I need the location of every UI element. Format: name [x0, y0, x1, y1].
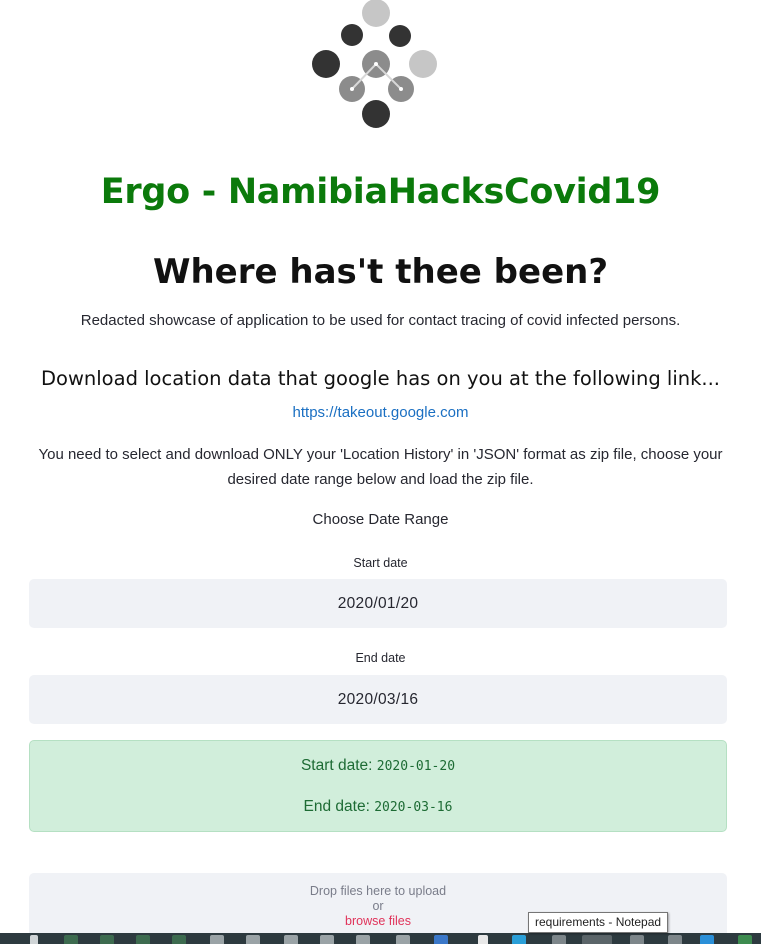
- takeout-link[interactable]: https://takeout.google.com: [0, 404, 761, 421]
- summary-start-prefix: Start date:: [300, 757, 373, 774]
- taskbar-app-icon[interactable]: [552, 935, 566, 944]
- or-text: or: [372, 899, 384, 913]
- taskbar-notepad-button[interactable]: [582, 935, 612, 944]
- start-date-input[interactable]: 2020/01/20: [29, 579, 727, 628]
- download-heading: Download location data that google has o…: [41, 367, 720, 390]
- taskbar-app-icon[interactable]: [320, 935, 334, 944]
- taskbar-app-icon[interactable]: [434, 935, 448, 944]
- drop-files-text: Drop files here to upload: [309, 884, 447, 898]
- app-title: Ergo - NamibiaHacksCovid19: [100, 172, 661, 212]
- taskbar-app-icon[interactable]: [210, 935, 224, 944]
- taskbar-app-icon[interactable]: [396, 935, 410, 944]
- taskbar-app-icon[interactable]: [30, 935, 38, 944]
- taskbar-app-icon[interactable]: [172, 935, 186, 944]
- taskbar: [0, 933, 761, 944]
- summary-start-value: 2020-01-20: [376, 759, 456, 774]
- taskbar-app-icon[interactable]: [284, 935, 298, 944]
- taskbar-app-icon[interactable]: [356, 935, 370, 944]
- page-heading: Where has't thee been?: [152, 252, 609, 292]
- taskbar-app-icon[interactable]: [100, 935, 114, 944]
- summary-start-line: Start date: 2020-01-20: [30, 757, 726, 775]
- date-range-label: Choose Date Range: [312, 511, 449, 528]
- download-instructions: You need to select and download ONLY you…: [38, 446, 723, 488]
- end-date-input[interactable]: 2020/03/16: [29, 675, 727, 724]
- taskbar-tooltip: requirements - Notepad: [528, 912, 669, 933]
- date-summary-box: Start date: 2020-01-20 End date: 2020-03…: [29, 740, 727, 832]
- taskbar-app-icon[interactable]: [64, 935, 78, 944]
- taskbar-app-icon[interactable]: [478, 935, 488, 944]
- end-date-label: End date: [355, 651, 406, 665]
- summary-end-line: End date: 2020-03-16: [30, 798, 726, 816]
- summary-end-value: 2020-03-16: [374, 800, 453, 815]
- molecule-logo-icon: [312, 0, 437, 128]
- taskbar-app-icon[interactable]: [668, 935, 682, 944]
- taskbar-app-icon[interactable]: [630, 935, 644, 944]
- taskbar-app-icon[interactable]: [512, 935, 526, 944]
- start-date-label: Start date: [353, 556, 408, 570]
- taskbar-app-icon[interactable]: [738, 935, 752, 944]
- taskbar-app-icon[interactable]: [246, 935, 260, 944]
- taskbar-app-icon[interactable]: [136, 935, 150, 944]
- taskbar-app-icon[interactable]: [700, 935, 714, 944]
- page-subtitle: Redacted showcase of application to be u…: [80, 312, 681, 329]
- summary-end-prefix: End date:: [303, 798, 370, 815]
